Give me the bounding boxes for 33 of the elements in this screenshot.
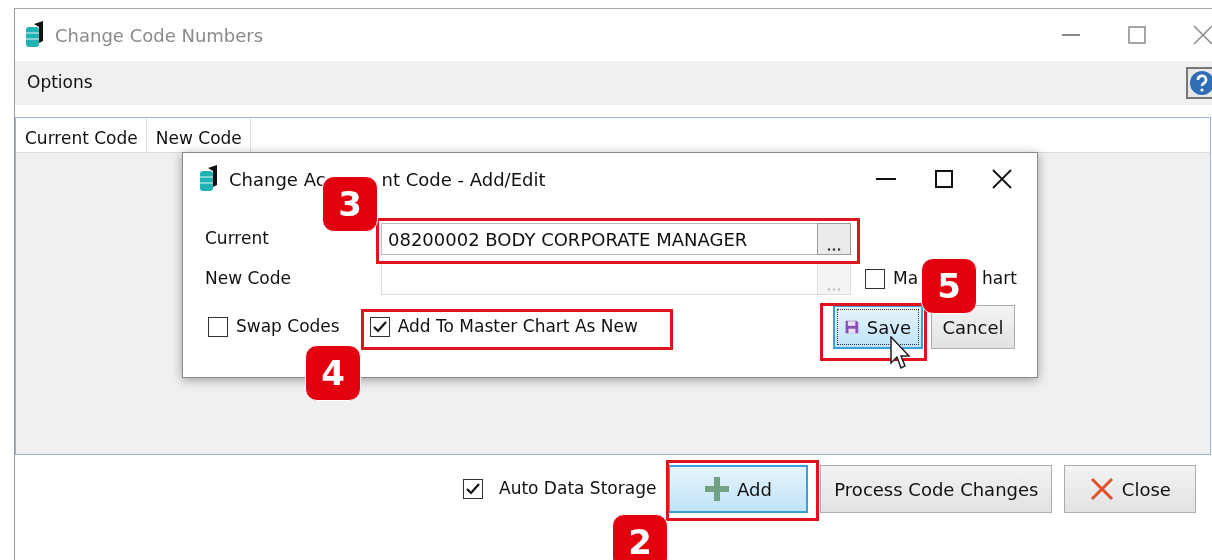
checkbox-label: Auto Data Storage bbox=[499, 477, 657, 501]
field-label: New Code bbox=[205, 267, 292, 291]
text-field[interactable]: 08200002 BODY CORPORATE MANAGER bbox=[381, 223, 817, 255]
step-number: 4 bbox=[305, 345, 361, 401]
dots-icon bbox=[827, 288, 841, 291]
checkbox-label: hart bbox=[982, 267, 1017, 291]
plus-icon bbox=[704, 477, 729, 501]
close-icon[interactable] bbox=[992, 169, 1012, 189]
checkbox[interactable] bbox=[463, 479, 483, 499]
app-icon bbox=[25, 21, 45, 49]
checkbox-label: Ma bbox=[893, 267, 919, 291]
maximize-icon[interactable] bbox=[935, 170, 953, 188]
checkbox[interactable] bbox=[369, 317, 390, 337]
save-button[interactable]: Save bbox=[833, 305, 923, 349]
dots-icon bbox=[827, 248, 841, 251]
mouse-pointer-icon bbox=[890, 336, 912, 372]
close-icon bbox=[1089, 477, 1114, 501]
checkbox[interactable] bbox=[865, 269, 885, 289]
help-button[interactable] bbox=[1186, 67, 1212, 99]
checkbox[interactable] bbox=[208, 317, 228, 337]
checkbox-label: Add To Master Chart As New bbox=[397, 315, 638, 339]
app-icon bbox=[199, 165, 219, 193]
menu-item[interactable]: Options bbox=[27, 70, 93, 96]
step-number: 5 bbox=[921, 258, 977, 314]
close-button[interactable]: Close bbox=[1064, 465, 1197, 513]
add-button[interactable]: Add bbox=[668, 465, 809, 513]
step-number: 2 bbox=[612, 514, 668, 560]
action-button[interactable]: Process Code Changes bbox=[820, 465, 1053, 513]
field-label: Current bbox=[205, 227, 270, 251]
window-title: Change Code Numbers bbox=[55, 23, 264, 48]
column-header[interactable]: Current Code bbox=[16, 118, 147, 152]
checkbox-label: Swap Codes bbox=[236, 315, 340, 339]
dialog-title: nt Code - Add/Edit bbox=[381, 167, 546, 192]
